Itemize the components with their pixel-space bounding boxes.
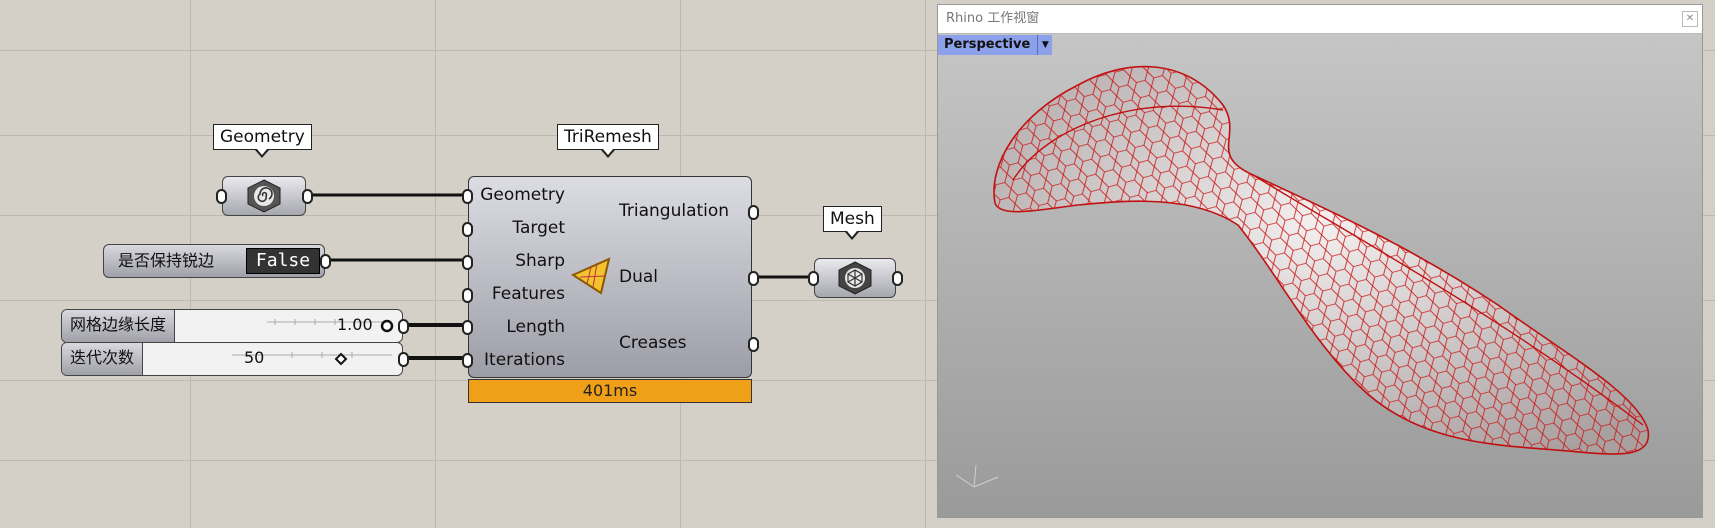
boolean-toggle-value[interactable]: False [246,248,320,274]
input-iterations[interactable]: Iterations [469,350,565,370]
port-in-geometry[interactable] [462,189,473,204]
mesh-tag: Mesh [823,206,882,240]
port-in-target[interactable] [462,222,473,237]
iterations-slider-label: 迭代次数 [62,343,144,375]
mesh-preview [955,65,1650,488]
triremesh-component[interactable]: Geometry Target Sharp Features Length It… [468,176,752,378]
iterations-slider[interactable]: 迭代次数 50 [61,342,403,376]
length-slider-output-port[interactable] [398,319,409,334]
input-target[interactable]: Target [469,218,565,238]
length-slider[interactable]: 网格边缘长度 1.00 [61,309,403,343]
geometry-param-output-port[interactable] [302,189,313,204]
mesh-icon [838,261,872,295]
mesh-param-output-port[interactable] [892,271,903,286]
viewport-title-bar: Rhino 工作视窗 ✕ [938,5,1702,34]
axis-gizmo [955,464,999,488]
output-dual[interactable]: Dual [619,267,658,287]
input-geometry[interactable]: Geometry [469,185,565,205]
iterations-slider-value: 50 [244,348,265,367]
close-icon[interactable]: ✕ [1682,11,1698,27]
boolean-toggle-output-port[interactable] [320,254,331,269]
triremesh-tag: TriRemesh [557,124,659,158]
iterations-slider-output-port[interactable] [398,352,409,367]
input-length[interactable]: Length [469,317,565,337]
geometry-spiral-icon [247,179,281,213]
port-out-dual[interactable] [748,271,759,286]
mesh-param-input-port[interactable] [808,271,819,286]
geometry-tag: Geometry [213,124,312,158]
length-slider-grip[interactable] [380,319,394,333]
length-slider-label: 网格边缘长度 [62,310,176,342]
iterations-slider-track[interactable] [162,343,402,375]
sharp-boolean-toggle[interactable]: 是否保持锐边 False [103,244,325,278]
boolean-toggle-label: 是否保持锐边 [118,251,215,270]
spoon-mesh [993,65,1650,455]
output-creases[interactable]: Creases [619,333,687,353]
port-in-length[interactable] [462,320,473,335]
mesh-param[interactable] [814,258,896,298]
length-slider-value: 1.00 [337,315,373,334]
geometry-param-input-port[interactable] [216,189,227,204]
port-in-iterations[interactable] [462,353,473,368]
port-in-sharp[interactable] [462,255,473,270]
component-timer: 401ms [468,379,752,403]
input-features[interactable]: Features [469,284,565,304]
rhino-viewport[interactable]: Rhino 工作视窗 ✕ Perspective ▼ [937,4,1703,518]
input-sharp[interactable]: Sharp [469,251,565,271]
triremesh-icon [571,257,611,295]
viewport-tab-label: Perspective [944,37,1031,52]
port-out-triangulation[interactable] [748,205,759,220]
port-out-creases[interactable] [748,337,759,352]
chevron-down-icon[interactable]: ▼ [1037,35,1052,55]
port-in-features[interactable] [462,288,473,303]
geometry-param[interactable] [222,176,306,216]
viewport-tab-perspective[interactable]: Perspective ▼ [938,35,1053,55]
viewport-title: Rhino 工作视窗 [946,11,1040,26]
output-triangulation[interactable]: Triangulation [619,201,729,221]
